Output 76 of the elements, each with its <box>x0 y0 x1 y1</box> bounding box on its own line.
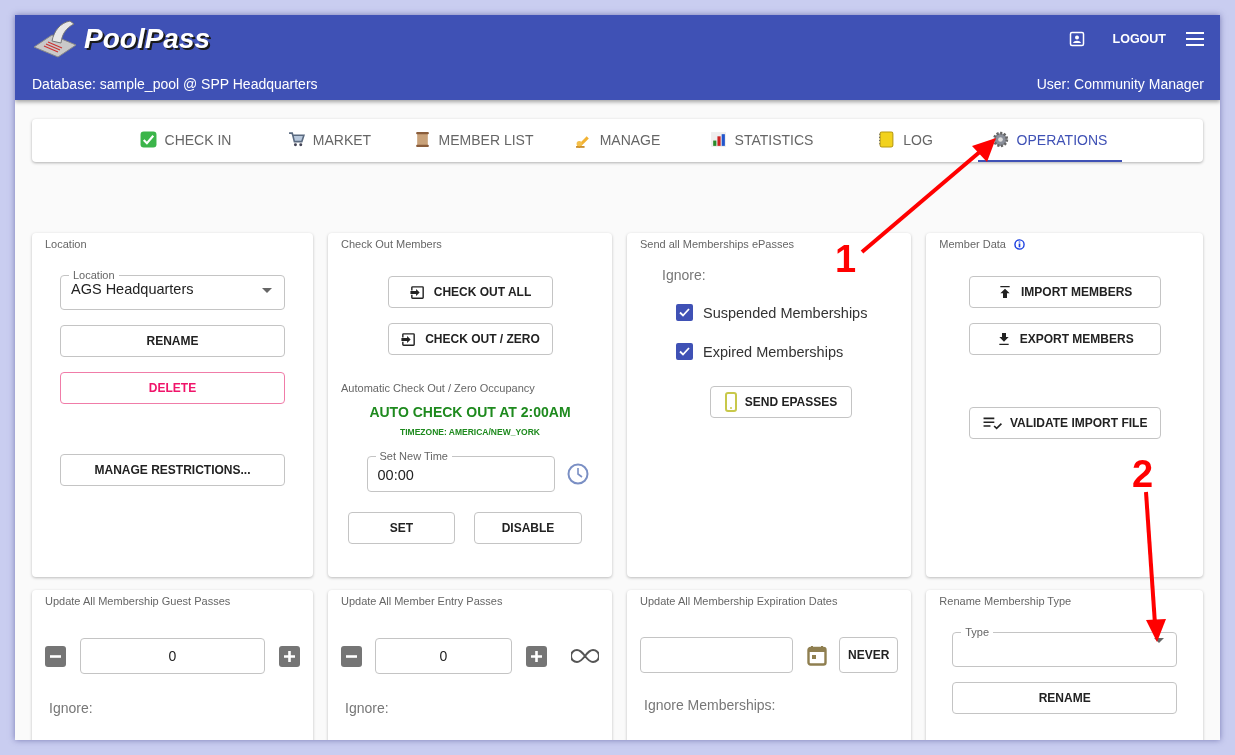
bar-chart-icon <box>709 131 727 148</box>
check-out-button[interactable]: CHECK OUT ALL <box>387 276 553 308</box>
tab[interactable]: MARKET <box>257 119 402 162</box>
rename-button[interactable]: RENAME <box>952 682 1178 714</box>
clock-icon <box>566 462 589 485</box>
ignore-label: Ignore: <box>49 700 94 716</box>
count-field[interactable]: 0 <box>80 638 265 674</box>
type-select[interactable]: Type <box>952 626 1178 667</box>
date-field[interactable] <box>640 637 793 673</box>
gear-icon <box>991 131 1009 148</box>
checkbox[interactable] <box>676 343 693 360</box>
checkbox[interactable] <box>676 304 693 321</box>
notebook-icon <box>878 131 896 148</box>
section-label: Automatic Check Out / Zero Occupancy <box>341 382 535 394</box>
card-title: Update All Membership Guest Passes <box>45 595 231 607</box>
card-title: Update All Member Entry Passes <box>341 595 503 607</box>
info-icon <box>1014 238 1025 250</box>
card-title: Check Out Members <box>341 238 442 250</box>
tab[interactable]: CHECK IN <box>113 119 258 162</box>
time-field[interactable]: Set New Time 00:00 <box>366 450 555 492</box>
count-field[interactable]: 0 <box>375 638 512 674</box>
minus-button[interactable] <box>341 645 362 667</box>
timezone-label: TIMEZONE: AMERICA/NEW_YORK <box>400 427 540 437</box>
rename-button[interactable]: RENAME <box>60 325 285 357</box>
card-title: Rename Membership Type <box>939 595 1072 607</box>
plus-icon <box>283 649 296 663</box>
check-icon <box>678 345 691 358</box>
minus-button[interactable] <box>45 645 66 667</box>
card-title: Location <box>45 238 87 250</box>
manage-restrictions-button[interactable]: MANAGE RESTRICTIONS... <box>60 454 285 486</box>
delete-button[interactable]: DELETE <box>60 372 285 404</box>
annotation-number: 2 <box>1132 455 1154 493</box>
check-icon <box>678 306 691 319</box>
import-members-button[interactable]: IMPORT MEMBERS <box>968 276 1161 308</box>
plus-button[interactable] <box>279 645 300 667</box>
upload-icon <box>997 284 1013 300</box>
set-button[interactable]: SET <box>348 512 455 544</box>
calendar-icon <box>807 644 827 666</box>
checkbox-label: Suspended Memberships <box>703 304 868 321</box>
contact-card-icon <box>1068 31 1085 47</box>
card-title: Send all Memberships ePasses <box>640 238 795 250</box>
checkbox-label: Expired Memberships <box>703 343 844 360</box>
tab[interactable]: LOG <box>833 119 978 162</box>
arrow-into-box-icon <box>400 330 418 348</box>
tab[interactable]: MEMBER LIST <box>401 119 546 162</box>
auto-checkout-status: AUTO CHECK OUT AT 2:00AM <box>369 404 571 420</box>
plus-button[interactable] <box>526 645 547 667</box>
list-check-icon <box>981 415 1002 431</box>
ignore-label: Ignore Memberships: <box>644 697 777 713</box>
check-box-icon <box>139 131 157 148</box>
app-title: PoolPass <box>84 23 211 55</box>
database-label: Database: sample_pool @ SPP Headquarters <box>32 76 318 92</box>
annotation-number: 1 <box>835 240 857 278</box>
caret-icon <box>262 288 272 293</box>
cart-icon <box>287 131 305 148</box>
menu-icon[interactable] <box>1186 32 1204 46</box>
ignore-label: Ignore: <box>662 267 707 283</box>
never-button[interactable]: NEVER <box>839 637 899 673</box>
send-epasses-button[interactable]: SEND EPASSES <box>710 386 852 418</box>
export-members-button[interactable]: EXPORT MEMBERS <box>968 323 1161 355</box>
tab[interactable]: STATISTICS <box>689 119 834 162</box>
scroll-icon <box>413 131 431 148</box>
disable-button[interactable]: DISABLE <box>474 512 582 544</box>
arrow-into-box-icon <box>408 283 426 301</box>
card-title: Member Data <box>939 238 1006 250</box>
validate-import-file-button[interactable]: VALIDATE IMPORT FILE <box>968 407 1161 439</box>
logout-button[interactable]: LOGOUT <box>1112 32 1166 46</box>
ignore-label: Ignore: <box>345 700 390 716</box>
location-select[interactable]: Location AGS Headquarters <box>60 269 285 310</box>
card-title: Update All Membership Expiration Dates <box>640 595 838 607</box>
scanner-logo-drawing <box>32 19 78 59</box>
plus-icon <box>530 649 543 663</box>
phone-icon <box>724 392 737 412</box>
user-label: User: Community Manager <box>1036 76 1204 92</box>
check-out-button[interactable]: CHECK OUT / ZERO <box>387 323 553 355</box>
tab[interactable]: MANAGE <box>545 119 690 162</box>
